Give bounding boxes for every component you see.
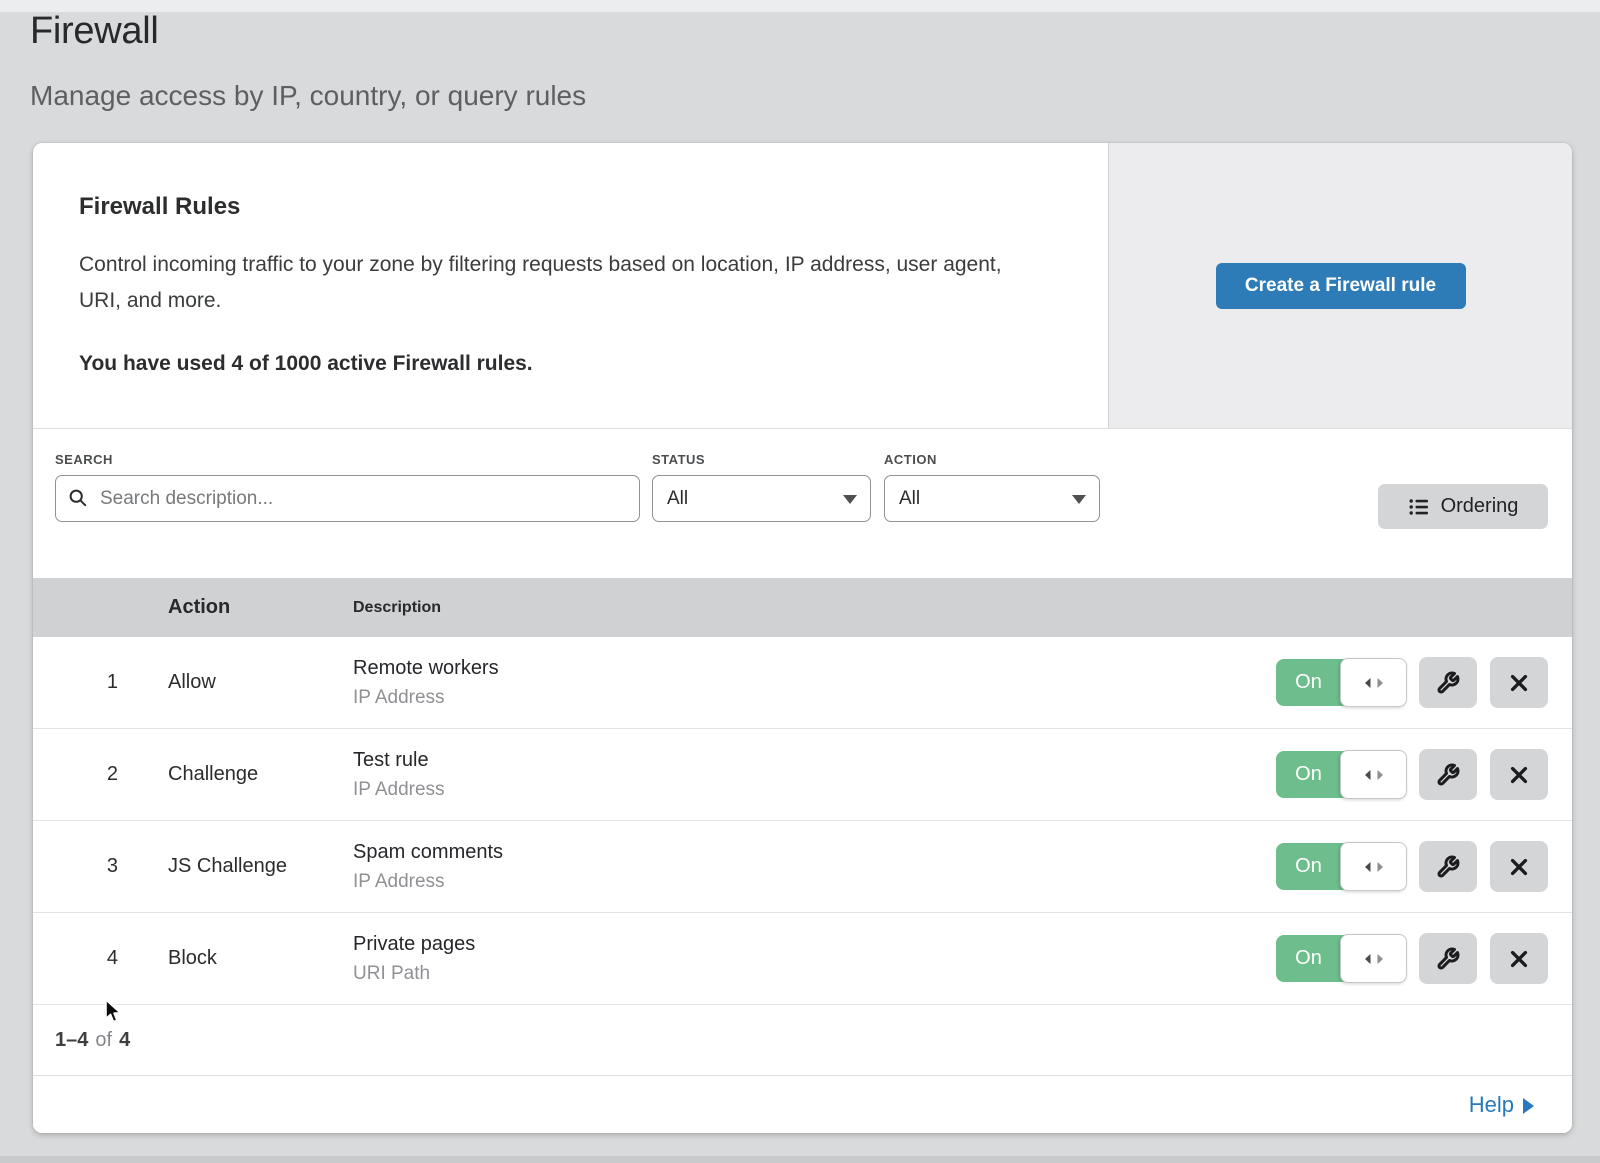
toggle-handle[interactable] <box>1340 842 1407 891</box>
wrench-icon <box>1436 763 1460 787</box>
ordering-button-label: Ordering <box>1441 495 1519 518</box>
rule-description-title: Remote workers <box>353 657 1276 680</box>
search-box <box>55 475 640 522</box>
list-icon <box>1408 496 1430 518</box>
row-controls: On <box>1276 933 1572 984</box>
edit-rule-button[interactable] <box>1419 841 1477 892</box>
rule-description: Remote workers IP Address <box>353 657 1276 709</box>
left-right-arrows-icon <box>1362 953 1386 965</box>
help-link-label: Help <box>1469 1092 1514 1118</box>
edit-rule-button[interactable] <box>1419 749 1477 800</box>
left-right-arrows-icon <box>1362 861 1386 873</box>
row-controls: On <box>1276 841 1572 892</box>
table-row: 4 Block Private pages URI Path On <box>33 913 1572 1005</box>
rule-priority: 2 <box>33 763 118 786</box>
firewall-rules-summary-section: Firewall Rules Control incoming traffic … <box>33 143 1572 428</box>
rule-priority: 3 <box>33 855 118 878</box>
rule-description-title: Spam comments <box>353 841 1276 864</box>
create-firewall-rule-button[interactable]: Create a Firewall rule <box>1216 263 1466 309</box>
rule-action: Challenge <box>168 763 353 786</box>
rule-description-title: Test rule <box>353 749 1276 772</box>
toggle-on-label: On <box>1276 935 1341 982</box>
search-label: SEARCH <box>55 452 113 467</box>
section-description: Control incoming traffic to your zone by… <box>79 247 1024 319</box>
create-rule-panel: Create a Firewall rule <box>1108 143 1572 428</box>
page-title: Firewall <box>30 10 159 53</box>
rule-description: Spam comments IP Address <box>353 841 1276 893</box>
rule-description-title: Private pages <box>353 933 1276 956</box>
delete-rule-button[interactable] <box>1490 933 1548 984</box>
action-column-header: Action <box>168 596 353 619</box>
toggle-on-label: On <box>1276 843 1341 890</box>
status-select[interactable]: All <box>652 475 871 522</box>
card-footer: Help <box>33 1075 1572 1133</box>
delete-rule-button[interactable] <box>1490 841 1548 892</box>
rule-enabled-toggle[interactable]: On <box>1276 751 1406 798</box>
status-label: STATUS <box>652 452 705 467</box>
toggle-handle[interactable] <box>1340 658 1407 707</box>
table-row: 1 Allow Remote workers IP Address On <box>33 637 1572 729</box>
toggle-on-label: On <box>1276 659 1341 706</box>
rules-usage-text: You have used 4 of 1000 active Firewall … <box>79 352 1062 376</box>
rule-match-type: IP Address <box>353 779 1276 801</box>
pagination-range: 1–4 <box>55 1029 88 1052</box>
rule-description: Test rule IP Address <box>353 749 1276 801</box>
close-icon <box>1508 672 1530 694</box>
rule-match-type: URI Path <box>353 963 1276 985</box>
description-column-header: Description <box>353 599 1572 617</box>
close-icon <box>1508 764 1530 786</box>
action-label: ACTION <box>884 452 937 467</box>
table-header: Action Description <box>33 578 1572 637</box>
rule-description: Private pages URI Path <box>353 933 1276 985</box>
section-title: Firewall Rules <box>79 193 1062 221</box>
close-icon <box>1508 856 1530 878</box>
rule-match-type: IP Address <box>353 871 1276 893</box>
table-row: 2 Challenge Test rule IP Address On <box>33 729 1572 821</box>
edit-rule-button[interactable] <box>1419 657 1477 708</box>
delete-rule-button[interactable] <box>1490 657 1548 708</box>
rule-action: Block <box>168 947 353 970</box>
firewall-rules-card: Firewall Rules Control incoming traffic … <box>33 143 1572 1133</box>
table-row: 3 JS Challenge Spam comments IP Address … <box>33 821 1572 913</box>
status-selected-value: All <box>667 488 688 510</box>
page-subtitle: Manage access by IP, country, or query r… <box>30 80 586 112</box>
action-select[interactable]: All <box>884 475 1100 522</box>
rule-priority: 4 <box>33 947 118 970</box>
toggle-handle[interactable] <box>1340 934 1407 983</box>
wrench-icon <box>1436 855 1460 879</box>
rule-match-type: IP Address <box>353 687 1276 709</box>
window-bottom-strip <box>0 1156 1600 1163</box>
toggle-on-label: On <box>1276 751 1341 798</box>
edit-rule-button[interactable] <box>1419 933 1477 984</box>
search-input[interactable] <box>55 475 640 522</box>
toggle-handle[interactable] <box>1340 750 1407 799</box>
rule-enabled-toggle[interactable]: On <box>1276 935 1406 982</box>
filters-bar: SEARCH STATUS All ACTION All <box>33 428 1572 578</box>
chevron-down-icon <box>1072 495 1086 504</box>
rule-enabled-toggle[interactable]: On <box>1276 659 1406 706</box>
left-right-arrows-icon <box>1362 677 1386 689</box>
rule-action: Allow <box>168 671 353 694</box>
right-arrow-icon <box>1523 1098 1534 1114</box>
window-top-strip <box>0 0 1600 12</box>
row-controls: On <box>1276 657 1572 708</box>
pagination-of: of <box>95 1029 112 1052</box>
row-controls: On <box>1276 749 1572 800</box>
chevron-down-icon <box>843 495 857 504</box>
delete-rule-button[interactable] <box>1490 749 1548 800</box>
help-link[interactable]: Help <box>1469 1092 1534 1118</box>
action-selected-value: All <box>899 488 920 510</box>
firewall-rules-info: Firewall Rules Control incoming traffic … <box>33 143 1108 428</box>
pagination-bar: 1–4 of 4 <box>33 1005 1572 1075</box>
rule-priority: 1 <box>33 671 118 694</box>
ordering-button[interactable]: Ordering <box>1378 484 1548 529</box>
rule-enabled-toggle[interactable]: On <box>1276 843 1406 890</box>
wrench-icon <box>1436 947 1460 971</box>
wrench-icon <box>1436 671 1460 695</box>
rule-action: JS Challenge <box>168 855 353 878</box>
close-icon <box>1508 948 1530 970</box>
pagination-total: 4 <box>119 1029 130 1052</box>
left-right-arrows-icon <box>1362 769 1386 781</box>
